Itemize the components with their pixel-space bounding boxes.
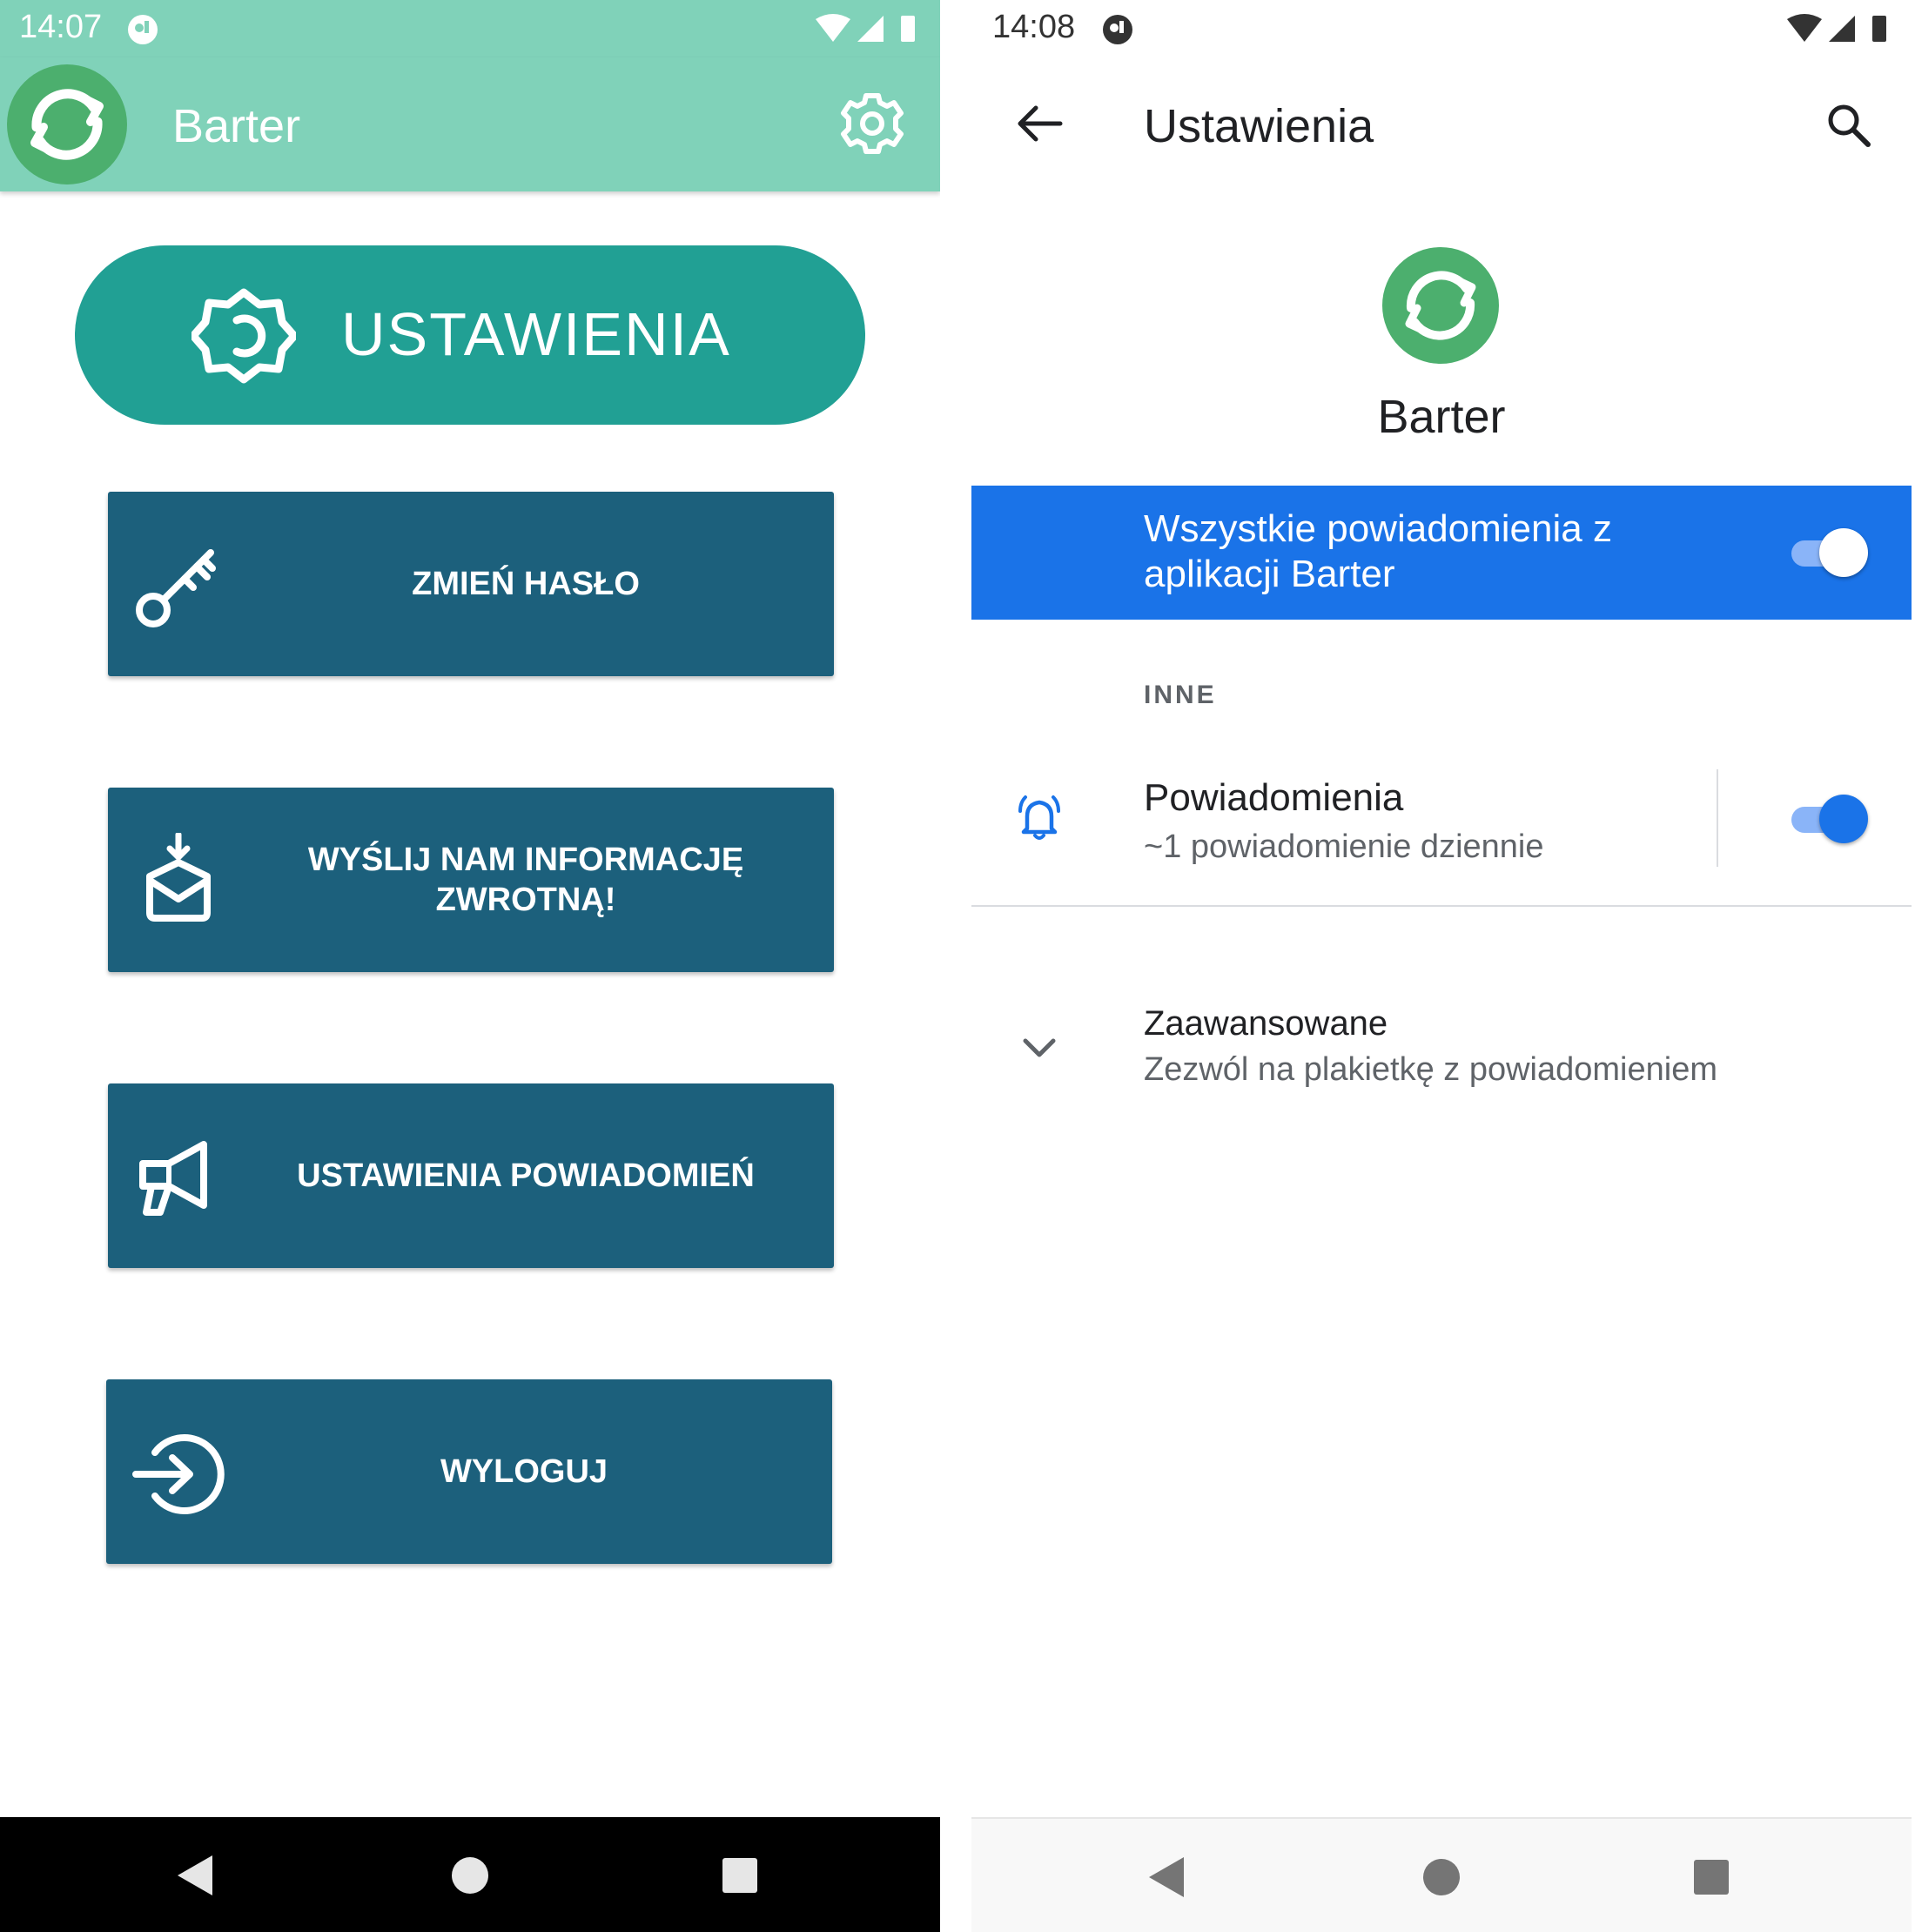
- system-status-icons: [1787, 14, 1886, 42]
- advanced-row-title[interactable]: Zaawansowane: [1144, 1004, 1388, 1043]
- notifications-row-subtitle: ~1 powiadomienie dziennie: [1144, 828, 1544, 865]
- recents-nav-icon[interactable]: [688, 1817, 792, 1932]
- switch-thumb: [1819, 528, 1868, 577]
- back-nav-icon[interactable]: [144, 1817, 249, 1932]
- settings-badge-icon: [192, 288, 296, 384]
- notification-settings-label: USTAWIENIA POWIADOMIEŃ: [297, 1157, 755, 1194]
- home-nav-icon[interactable]: [418, 1817, 522, 1932]
- change-password-button[interactable]: ZMIEŃ HASŁO: [108, 492, 834, 676]
- status-bar: 14:07: [0, 0, 940, 57]
- change-password-label: ZMIEŃ HASŁO: [412, 566, 640, 602]
- advanced-row-subtitle: Zezwól na plakietkę z powiadomieniem: [1144, 1051, 1717, 1088]
- status-time: 14:08: [992, 9, 1076, 45]
- logout-icon: [132, 1434, 225, 1514]
- recents-nav-icon[interactable]: [1659, 1819, 1764, 1932]
- all-notifications-label: Wszystkie powiadomienia z aplikacji Bart…: [1144, 507, 1612, 595]
- notification-settings-button[interactable]: USTAWIENIA POWIADOMIEŃ: [108, 1083, 834, 1268]
- navigation-bar: [0, 1817, 940, 1932]
- status-time: 14:07: [19, 9, 103, 45]
- logout-button[interactable]: WYLOGUJ: [106, 1379, 832, 1564]
- back-nav-icon[interactable]: [1116, 1819, 1220, 1932]
- settings-header-pill: USTAWIENIA: [75, 245, 865, 425]
- notifications-switch[interactable]: [1788, 794, 1868, 844]
- notification-bell-icon: [1018, 795, 1060, 840]
- refresh-icon: [1405, 271, 1476, 340]
- settings-gear-icon[interactable]: [837, 89, 907, 158]
- search-icon[interactable]: [1821, 97, 1877, 153]
- all-notifications-switch[interactable]: [1788, 527, 1868, 578]
- row-divider-vertical: [1717, 769, 1718, 867]
- app-icon: [1382, 247, 1499, 364]
- toolbar-title: Ustawienia: [1144, 100, 1374, 152]
- left-screen: 14:07 Barter USTAWIENIA ZMIEŃ HASŁO WYŚL…: [0, 0, 940, 1932]
- system-status-icons: [816, 14, 915, 42]
- notifications-row-title[interactable]: Powiadomienia: [1144, 776, 1403, 820]
- switch-thumb: [1819, 795, 1868, 843]
- key-icon: [136, 549, 216, 627]
- logout-label: WYLOGUJ: [440, 1453, 608, 1490]
- settings-header-label: USTAWIENIA: [341, 300, 731, 368]
- navigation-bar: [971, 1817, 1912, 1932]
- send-feedback-button[interactable]: WYŚLIJ NAM INFORMACJĘ ZWROTNĄ!: [108, 788, 834, 972]
- section-header: INNE: [1144, 681, 1217, 709]
- chevron-down-icon[interactable]: [1011, 1020, 1067, 1076]
- send-feedback-label: WYŚLIJ NAM INFORMACJĘ ZWROTNĄ!: [307, 842, 744, 918]
- app-logo: [7, 64, 127, 184]
- app-bar: Barter: [0, 57, 940, 191]
- right-screen: 14:08 Ustawienia Barter Wszystkie powiad…: [971, 0, 1912, 1932]
- notification-app-icon: [1103, 15, 1132, 44]
- refresh-icon: [30, 89, 104, 160]
- megaphone-icon: [139, 1141, 207, 1216]
- app-title: Barter: [172, 100, 301, 152]
- notification-app-icon: [128, 15, 158, 44]
- all-notifications-toggle-row[interactable]: Wszystkie powiadomienia z aplikacji Bart…: [971, 486, 1912, 620]
- section-divider: [971, 905, 1912, 907]
- status-bar: 14:08: [971, 0, 1912, 57]
- home-nav-icon[interactable]: [1389, 1819, 1494, 1932]
- back-arrow-icon[interactable]: [1011, 96, 1067, 151]
- mail-download-icon: [146, 833, 211, 922]
- app-name: Barter: [1377, 391, 1506, 443]
